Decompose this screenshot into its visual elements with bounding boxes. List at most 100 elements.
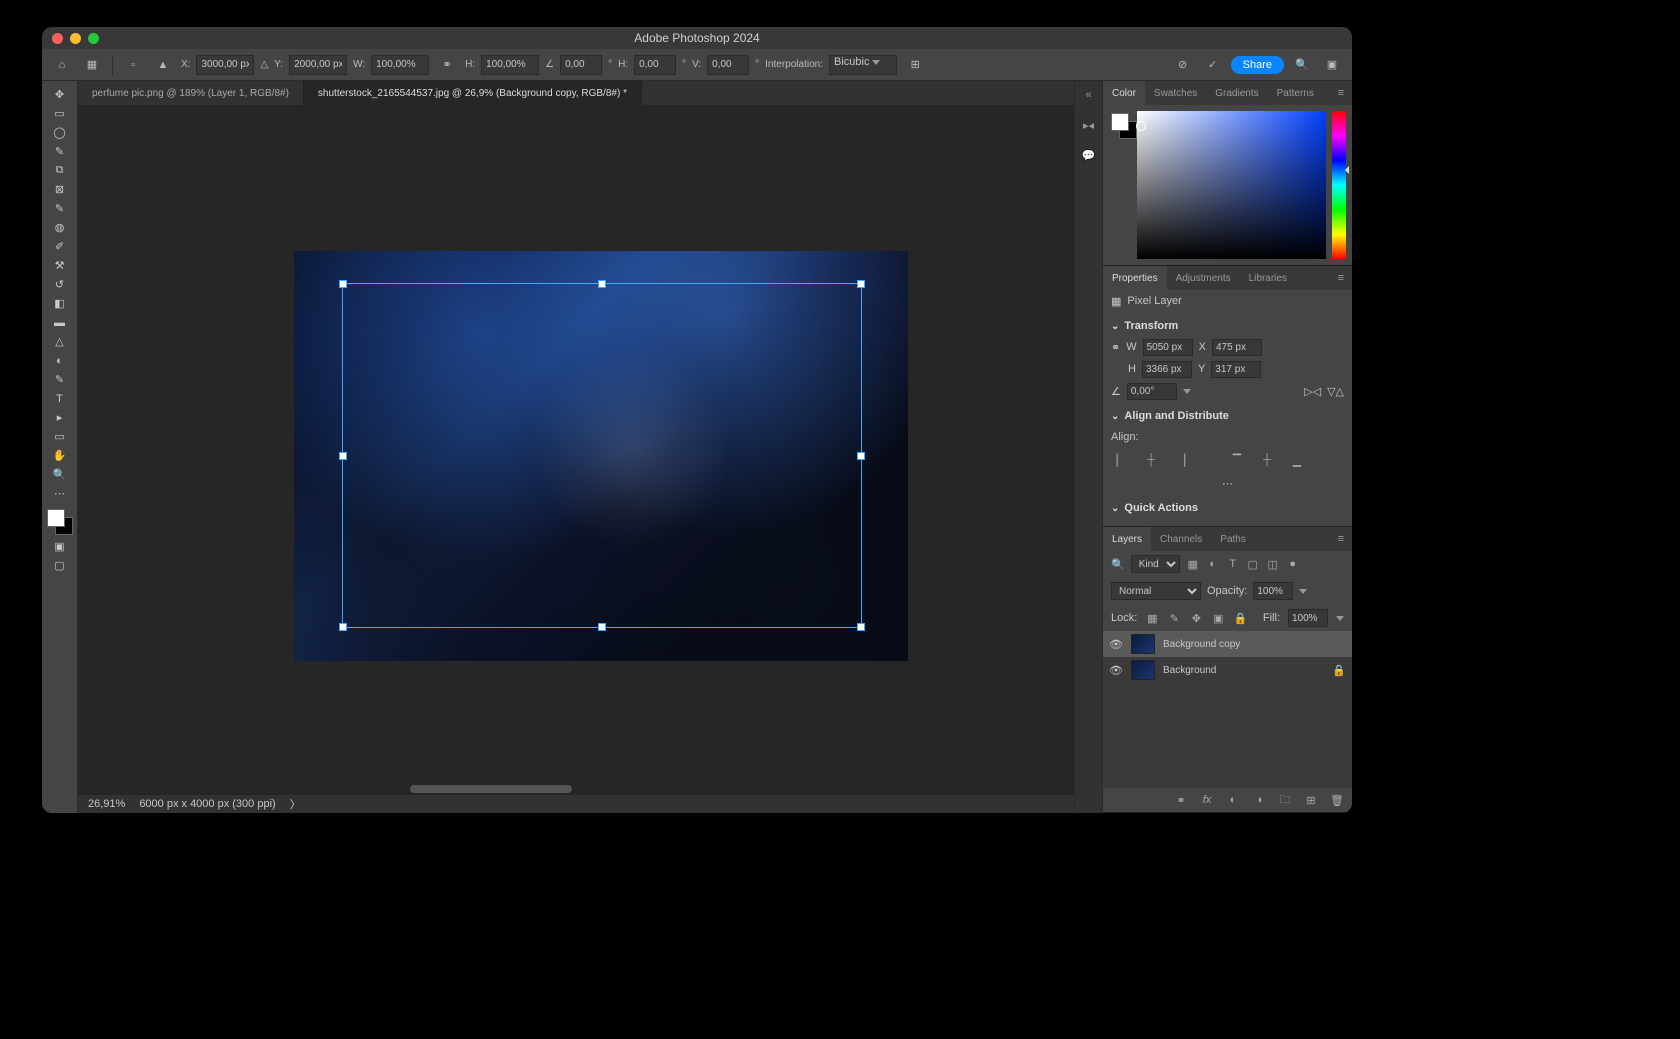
tab-paths[interactable]: Paths	[1211, 527, 1255, 551]
workspace-icon[interactable]: ▣	[1320, 53, 1344, 77]
close-button[interactable]	[52, 33, 63, 44]
frame-tool[interactable]: ⊠	[47, 180, 73, 199]
commit-transform-icon[interactable]: ✓	[1201, 53, 1225, 77]
hand-tool[interactable]: ✋	[47, 446, 73, 465]
tab-properties[interactable]: Properties	[1103, 266, 1167, 290]
transform-section[interactable]: Transform	[1111, 316, 1344, 336]
filter-pixel-icon[interactable]: ▦	[1186, 557, 1200, 571]
relative-position-icon[interactable]: ▲	[151, 53, 175, 77]
marquee-tool[interactable]: ▭	[47, 104, 73, 123]
search-icon[interactable]: 🔍	[1111, 558, 1125, 571]
angle-input[interactable]	[560, 55, 602, 75]
blend-mode-select[interactable]: Normal	[1111, 582, 1201, 600]
align-vcenter-icon[interactable]: ┼	[1259, 452, 1275, 468]
link-icon[interactable]: ⚭	[435, 53, 459, 77]
tab-gradients[interactable]: Gradients	[1206, 81, 1267, 105]
flip-v-icon[interactable]: ▽△	[1327, 385, 1344, 398]
zoom-tool[interactable]: 🔍	[47, 465, 73, 484]
healing-tool[interactable]: ◍	[47, 218, 73, 237]
hskew-input[interactable]	[634, 55, 676, 75]
reference-point-icon[interactable]: ▫	[121, 53, 145, 77]
clone-tool[interactable]: ⚒	[47, 256, 73, 275]
panel-menu-icon[interactable]: ≡	[1330, 527, 1352, 551]
x-input[interactable]	[196, 55, 254, 75]
flip-h-icon[interactable]: ▷◁	[1304, 385, 1321, 398]
panel-menu-icon[interactable]: ≡	[1330, 266, 1352, 290]
doc-tab-1[interactable]: shutterstock_2165544537.jpg @ 26,9% (Bac…	[304, 81, 642, 105]
prop-x-input[interactable]	[1212, 339, 1262, 356]
quickmask-tool[interactable]: ▣	[47, 537, 73, 556]
status-chevron-icon[interactable]: 〉	[290, 796, 301, 812]
history-brush-tool[interactable]: ↺	[47, 275, 73, 294]
search-icon[interactable]: 🔍	[1290, 53, 1314, 77]
zoom-status[interactable]: 26,91%	[88, 798, 125, 810]
align-left-icon[interactable]: ▏	[1113, 452, 1129, 468]
h-input[interactable]	[481, 55, 539, 75]
mask-icon[interactable]: ◐	[1226, 793, 1240, 807]
crop-tool[interactable]: ⧉	[47, 161, 73, 180]
lock-icon[interactable]: 🔒	[1332, 664, 1346, 677]
layer-thumbnail[interactable]	[1131, 660, 1155, 680]
y-input[interactable]	[289, 55, 347, 75]
type-tool[interactable]: T	[47, 389, 73, 408]
filter-type-icon[interactable]: T	[1226, 557, 1240, 571]
comments-icon[interactable]: 💬	[1079, 145, 1099, 165]
align-right-icon[interactable]: ▕	[1173, 452, 1189, 468]
delete-icon[interactable]: 🗑	[1330, 793, 1344, 807]
gradient-tool[interactable]: ▬	[47, 313, 73, 332]
blur-tool[interactable]: △	[47, 332, 73, 351]
new-layer-icon[interactable]: ⊞	[1304, 793, 1318, 807]
warp-icon[interactable]: ⊞	[903, 53, 927, 77]
opacity-input[interactable]	[1253, 582, 1293, 600]
vskew-input[interactable]	[707, 55, 749, 75]
dodge-tool[interactable]: ◐	[47, 351, 73, 370]
w-input[interactable]	[371, 55, 429, 75]
scrollbar-thumb[interactable]	[410, 785, 572, 793]
canvas-viewport[interactable]	[78, 105, 1074, 795]
tab-color[interactable]: Color	[1103, 81, 1145, 105]
panel-menu-icon[interactable]: ≡	[1330, 81, 1352, 105]
expand-icon[interactable]: «	[1079, 85, 1099, 105]
prop-angle-input[interactable]	[1127, 383, 1177, 400]
screenmode-tool[interactable]: ▢	[47, 556, 73, 575]
lock-position-icon[interactable]: ✥	[1189, 611, 1203, 625]
layer-item[interactable]: 👁 Background copy	[1103, 631, 1352, 657]
layer-item[interactable]: 👁 Background 🔒	[1103, 657, 1352, 683]
color-picker[interactable]	[1137, 111, 1326, 259]
foreground-swatch[interactable]	[47, 509, 65, 527]
color-swatches[interactable]	[45, 507, 75, 537]
adjustment-icon[interactable]: ◑	[1252, 793, 1266, 807]
filter-smart-icon[interactable]: ◫	[1266, 557, 1280, 571]
more-icon[interactable]: ⋯	[1222, 477, 1233, 490]
lock-all-icon[interactable]: 🔒	[1233, 611, 1247, 625]
horizontal-scrollbar[interactable]	[114, 783, 818, 795]
filter-kind-select[interactable]: Kind	[1131, 555, 1180, 573]
link-layers-icon[interactable]: ⚭	[1174, 793, 1188, 807]
path-tool[interactable]: ▸	[47, 408, 73, 427]
eyedropper-tool[interactable]: ✎	[47, 199, 73, 218]
eraser-tool[interactable]: ◧	[47, 294, 73, 313]
share-button[interactable]: Share	[1231, 56, 1284, 74]
doc-info[interactable]: 6000 px x 4000 px (300 ppi)	[139, 798, 275, 810]
cancel-transform-icon[interactable]: ⊘	[1171, 53, 1195, 77]
lock-pixels-icon[interactable]: ✎	[1167, 611, 1181, 625]
align-hcenter-icon[interactable]: ┼	[1143, 452, 1159, 468]
lock-transp-icon[interactable]: ▦	[1145, 611, 1159, 625]
link-wh-icon[interactable]: ⚭	[1111, 341, 1120, 354]
brush-tool[interactable]: ✐	[47, 237, 73, 256]
quick-select-tool[interactable]: ✎	[47, 142, 73, 161]
visibility-icon[interactable]: 👁	[1109, 664, 1123, 677]
align-bottom-icon[interactable]: ▁	[1289, 452, 1305, 468]
shape-tool[interactable]: ▭	[47, 427, 73, 446]
visibility-icon[interactable]: 👁	[1109, 638, 1123, 651]
fill-input[interactable]	[1288, 609, 1328, 627]
doc-tab-0[interactable]: perfume pic.png @ 189% (Layer 1, RGB/8#)	[78, 81, 304, 105]
tab-libraries[interactable]: Libraries	[1240, 266, 1296, 290]
filter-toggle-icon[interactable]: ●	[1286, 557, 1300, 571]
hue-slider[interactable]	[1332, 111, 1346, 259]
history-icon[interactable]: ▸◂	[1079, 115, 1099, 135]
home-icon[interactable]: ⌂	[50, 53, 74, 77]
tab-layers[interactable]: Layers	[1103, 527, 1151, 551]
pen-tool[interactable]: ✎	[47, 370, 73, 389]
tab-patterns[interactable]: Patterns	[1268, 81, 1323, 105]
